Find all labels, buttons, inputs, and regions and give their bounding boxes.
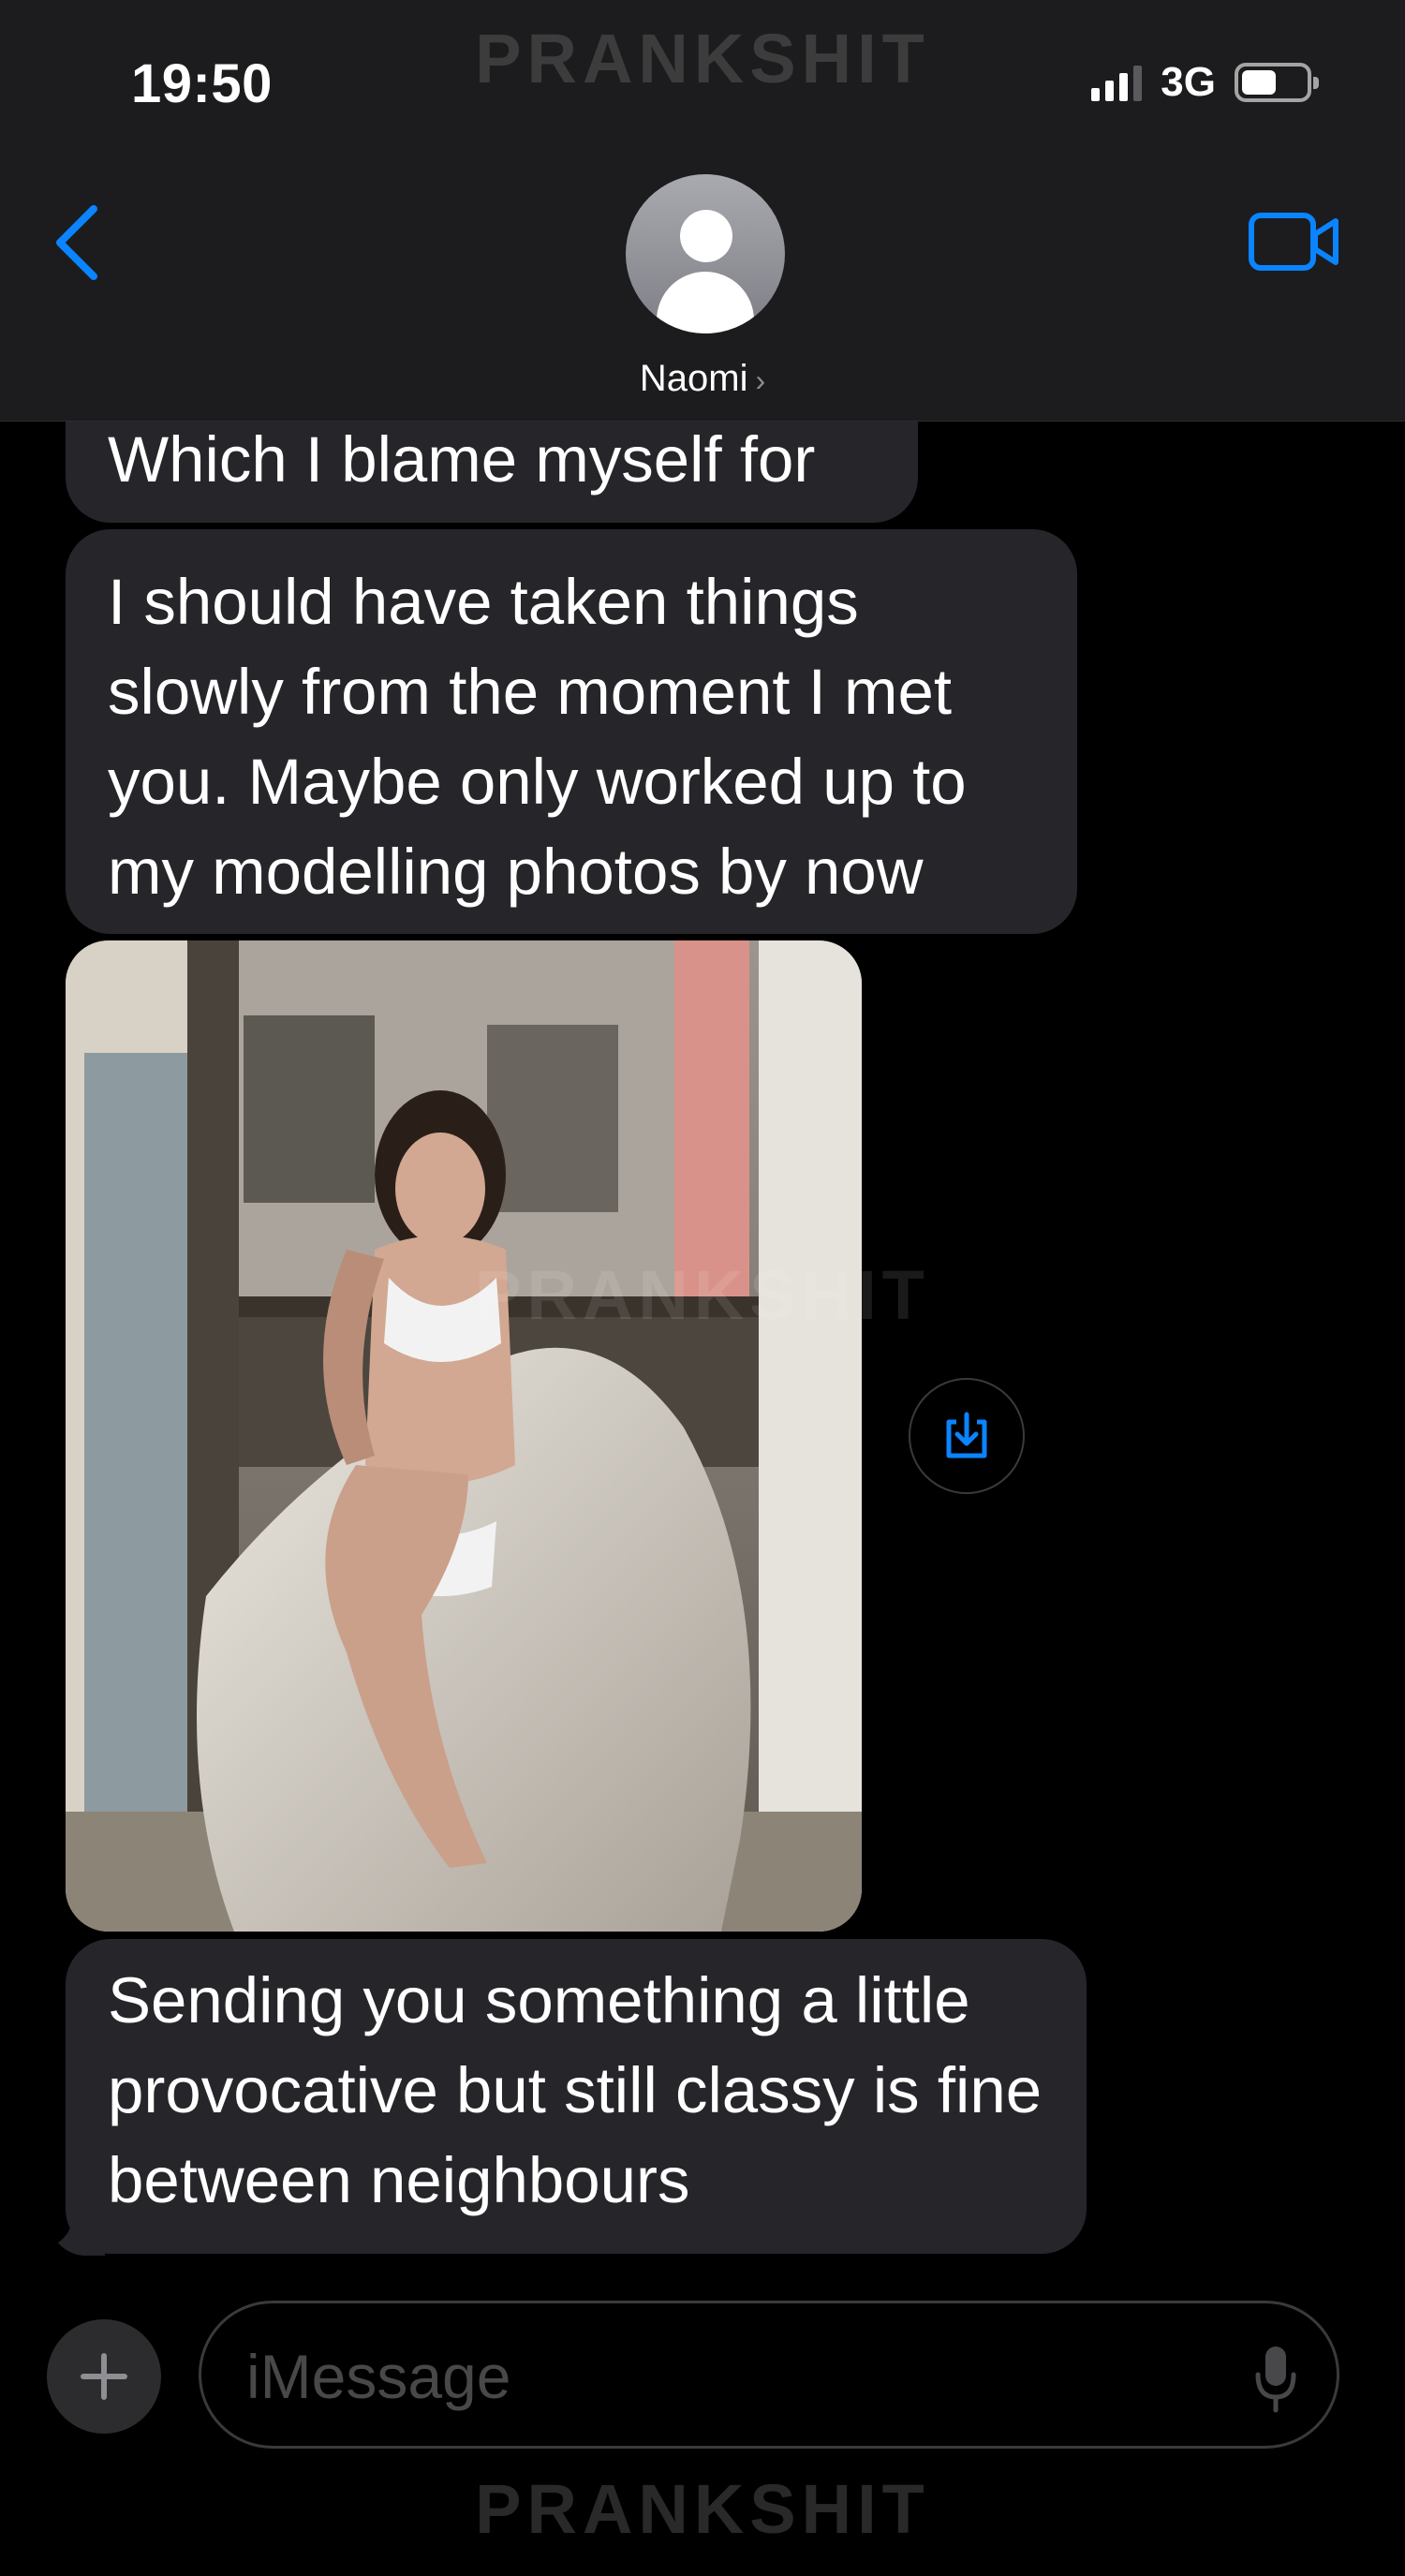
photo-attachment[interactable] xyxy=(66,940,862,1932)
contact-name-button[interactable]: Naomi › xyxy=(0,358,1405,400)
plus-icon xyxy=(81,2353,127,2400)
cellular-signal-icon xyxy=(1091,64,1143,101)
save-to-device-icon xyxy=(946,1412,987,1458)
video-call-button[interactable] xyxy=(1248,210,1341,275)
chevron-left-icon xyxy=(56,205,97,280)
battery-level xyxy=(1242,70,1276,95)
message-input[interactable]: iMessage xyxy=(199,2301,1339,2449)
message-input-placeholder: iMessage xyxy=(246,2342,511,2411)
microphone-icon[interactable] xyxy=(1252,2343,1299,2414)
messages-screen: Which I blame myself for I should have t… xyxy=(0,0,1405,2576)
contact-name: Naomi xyxy=(639,358,748,399)
message-text: Which I blame myself for xyxy=(108,423,816,496)
message-text: Sending you something a little provocati… xyxy=(108,1964,1043,2216)
watermark: PRANKSHIT xyxy=(475,2470,930,2548)
video-camera-icon xyxy=(1249,213,1338,271)
battery-icon xyxy=(1235,63,1319,102)
chevron-right-icon: › xyxy=(755,363,766,397)
incoming-message-bubble[interactable]: Sending you something a little provocati… xyxy=(66,1939,1087,2254)
message-text: I should have taken things slowly from t… xyxy=(108,566,967,908)
apps-plus-button[interactable] xyxy=(47,2319,161,2434)
watermark: PRANKSHIT xyxy=(475,1256,930,1334)
status-indicators: 3G xyxy=(1091,56,1319,109)
conversation-header: PRANKSHIT 19:50 3G Naomi › xyxy=(0,0,1405,422)
save-to-device-button[interactable] xyxy=(909,1378,1025,1494)
photo-image xyxy=(66,940,862,1932)
incoming-message-bubble[interactable]: I should have taken things slowly from t… xyxy=(66,529,1077,934)
contact-avatar[interactable] xyxy=(626,174,785,333)
status-time: 19:50 xyxy=(131,53,273,114)
network-type: 3G xyxy=(1161,59,1216,105)
back-button[interactable] xyxy=(52,200,109,285)
